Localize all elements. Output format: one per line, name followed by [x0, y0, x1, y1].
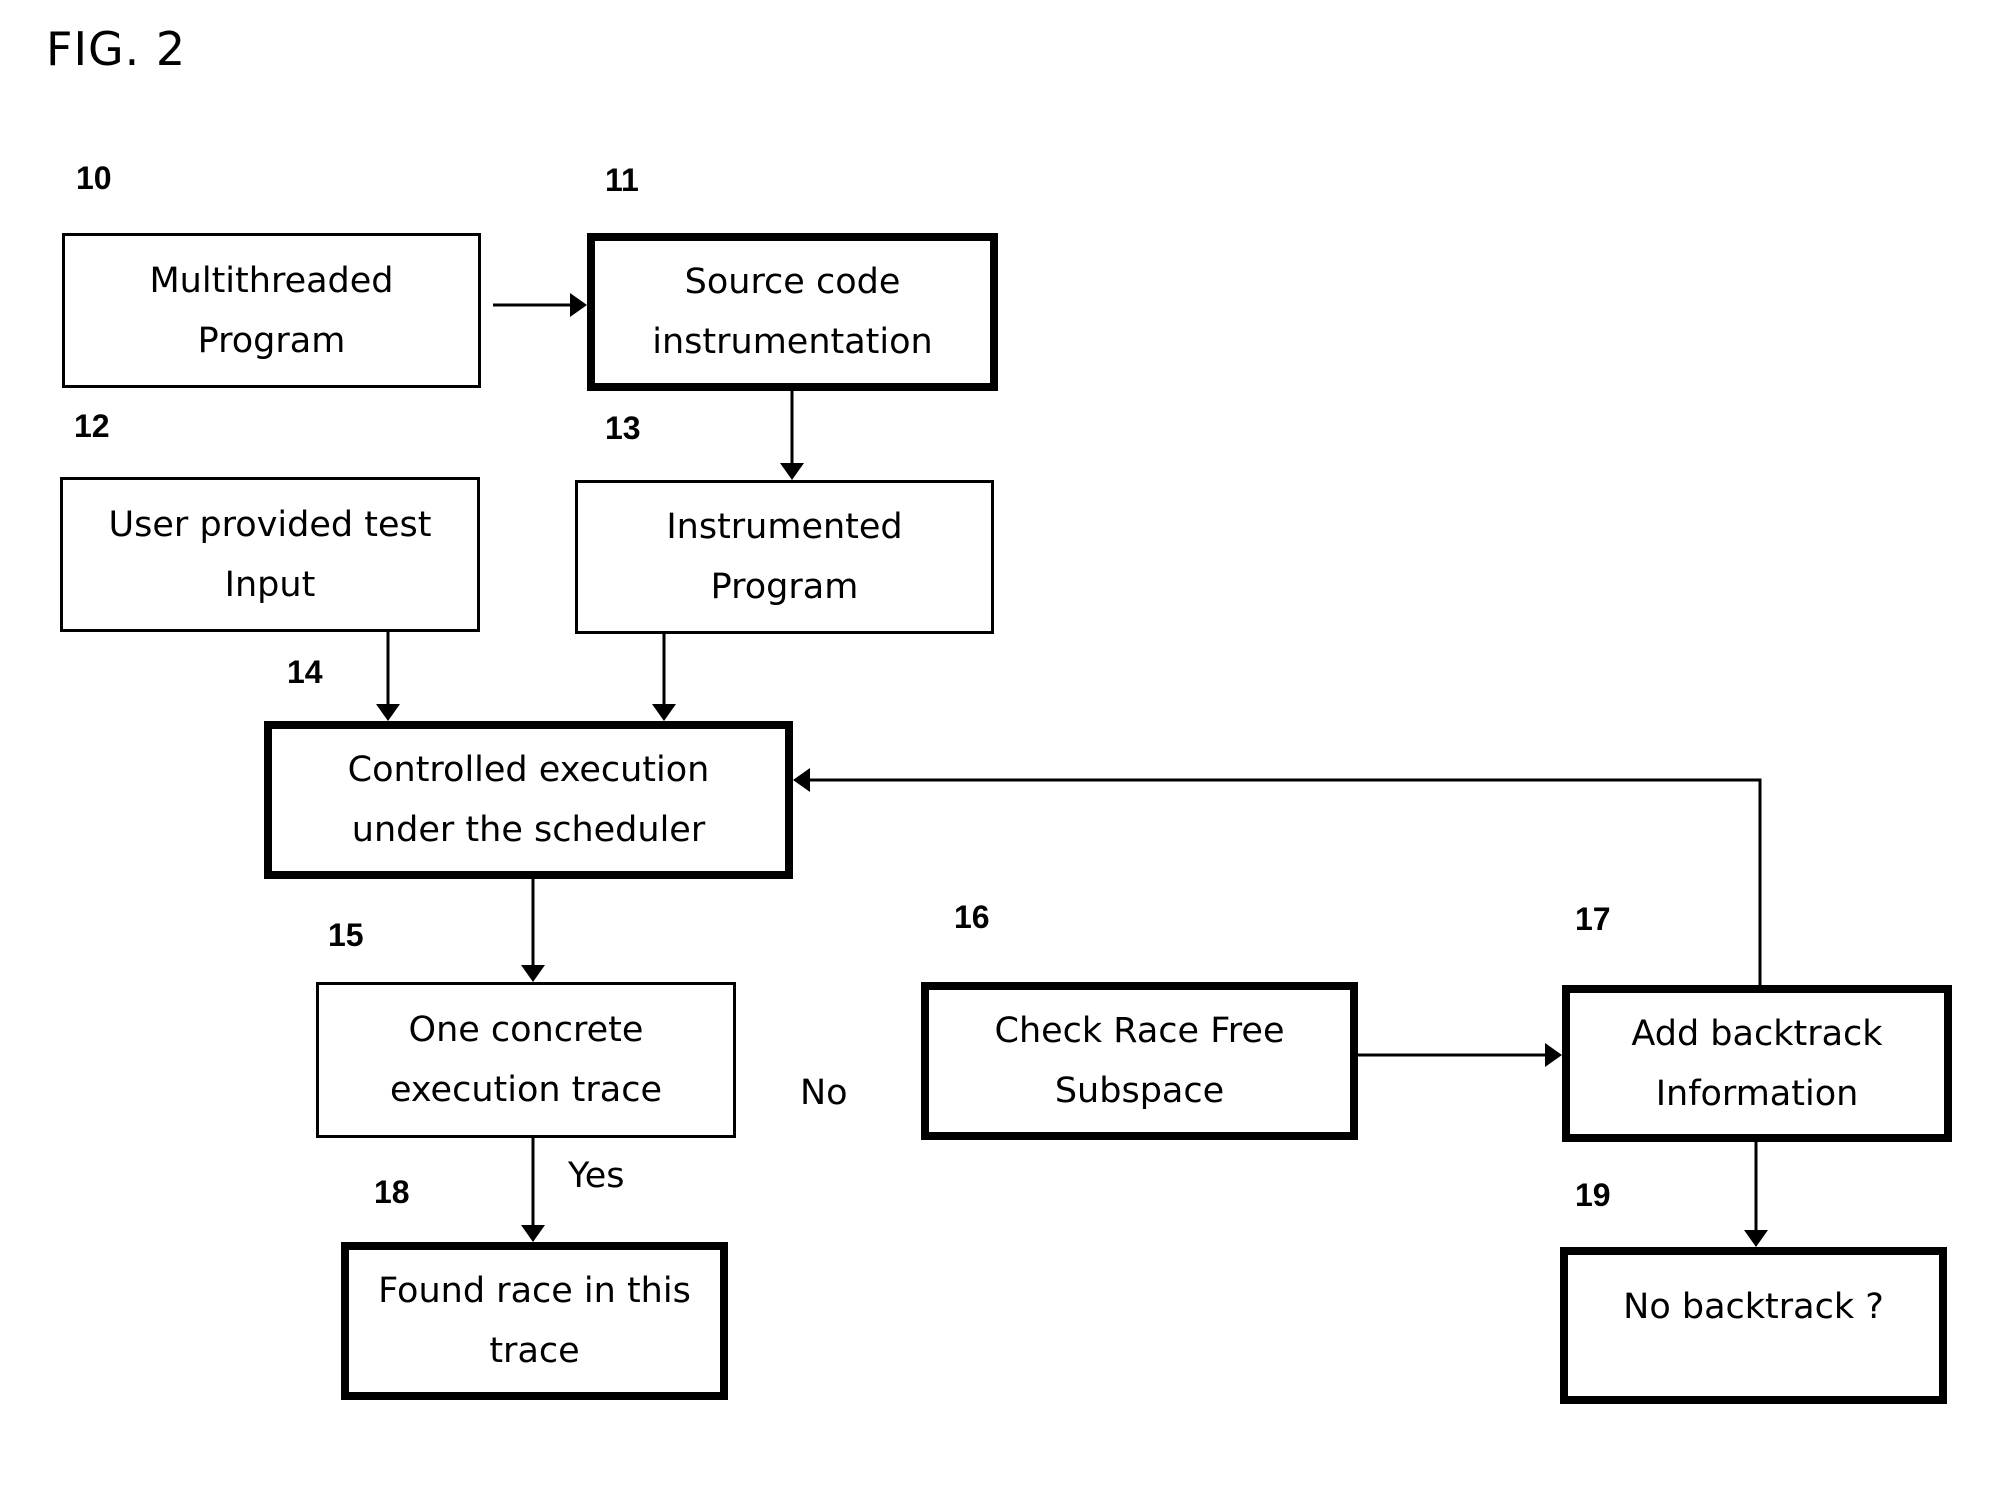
- arrowhead-17-19: [1744, 1230, 1768, 1247]
- arrowhead-11-13: [780, 463, 804, 480]
- arrowhead-10-11: [570, 293, 587, 317]
- arrowhead-feedback: [793, 768, 810, 792]
- arrowhead-16-17: [1545, 1043, 1562, 1067]
- connectors: [376, 293, 1768, 1247]
- arrowhead-14-15: [521, 965, 545, 982]
- arrowhead-13-14: [652, 704, 676, 721]
- arrowhead-12-14: [376, 704, 400, 721]
- arrowhead-15-18: [521, 1225, 545, 1242]
- arrow-17-feedback-to-14: [794, 775, 1762, 985]
